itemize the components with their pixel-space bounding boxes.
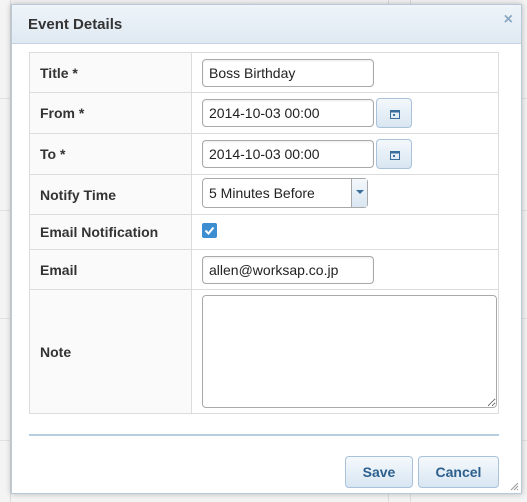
form-row-notify: Notify Time 5 Minutes Before [29,174,499,215]
note-textarea[interactable] [202,295,497,408]
title-label-text: Title [40,64,69,81]
note-label: Note [29,289,192,414]
event-form: Title * From * To * [29,52,499,414]
from-label: From * [29,92,192,134]
chevron-down-icon[interactable] [351,179,367,207]
check-icon [204,226,215,235]
event-details-dialog: Event Details × Title * From * To * [11,4,522,494]
to-date-input[interactable] [202,140,374,168]
email-notification-cell [191,214,499,250]
dialog-title: Event Details [28,16,123,33]
form-row-note: Note [29,289,499,414]
resize-grip-icon[interactable] [509,481,519,491]
to-cell [191,133,499,175]
from-date-input[interactable] [202,99,374,127]
save-button[interactable]: Save [345,456,413,488]
email-cell [191,249,499,290]
title-cell [191,52,499,93]
calendar-icon [390,110,400,119]
notify-time-value: 5 Minutes Before [209,185,315,201]
notify-cell: 5 Minutes Before [191,174,499,215]
close-icon[interactable]: × [504,11,513,29]
from-cell [191,92,499,134]
required-mark: * [72,64,78,81]
form-row-email: Email [29,249,499,290]
email-notification-label: Email Notification [29,214,192,250]
email-label: Email [29,249,192,290]
required-mark: * [78,105,85,121]
to-calendar-button[interactable] [376,139,412,169]
note-cell [191,289,499,414]
required-mark: * [59,146,66,162]
from-label-text: From [40,105,75,121]
title-label: Title * [29,52,192,93]
email-notification-checkbox[interactable] [202,223,217,238]
form-row-to: To * [29,133,499,175]
notify-time-select[interactable]: 5 Minutes Before [202,178,368,208]
email-input[interactable] [202,255,374,284]
to-label-text: To [40,146,57,162]
calendar-icon [390,151,400,160]
notify-label: Notify Time [29,174,192,215]
to-label: To * [29,133,192,175]
dialog-header: Event Details × [12,5,521,44]
from-calendar-button[interactable] [376,98,412,128]
cancel-button[interactable]: Cancel [418,456,499,488]
form-row-title: Title * [29,52,499,93]
form-row-from: From * [29,92,499,134]
title-input[interactable] [202,58,374,87]
form-row-email-notification: Email Notification [29,214,499,250]
footer-divider [29,434,499,436]
